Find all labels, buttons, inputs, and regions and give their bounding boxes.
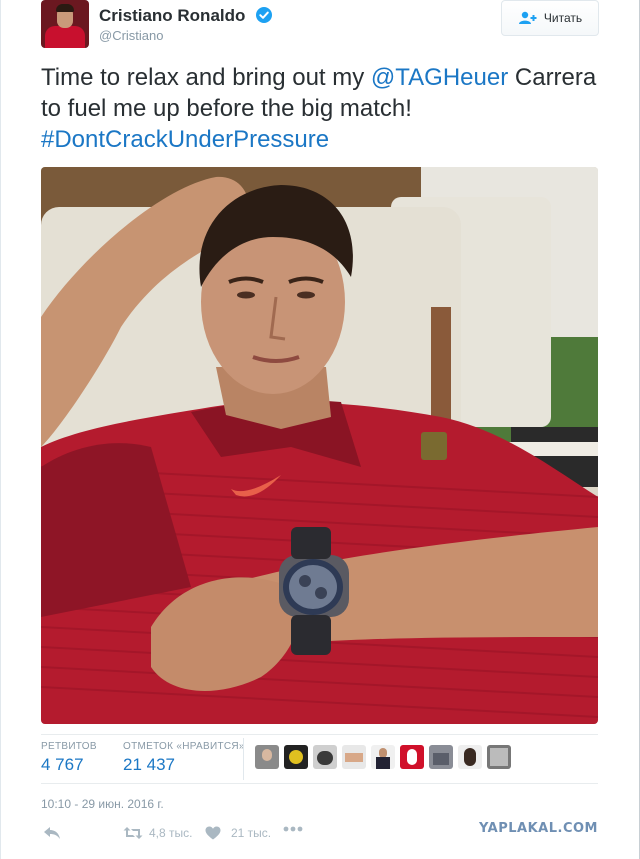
verified-badge-icon [256, 7, 272, 23]
tweet-text-part: Time to relax and bring out my [41, 64, 371, 91]
hashtag-link[interactable]: #DontCrackUnderPressure [41, 126, 329, 153]
divider [41, 783, 598, 784]
liked-by-avatars [255, 745, 511, 769]
likes-label: ОТМЕТОК «НРАВИТСЯ» [123, 741, 245, 752]
retweet-button[interactable]: 4,8 тыс. [123, 826, 192, 840]
reply-button[interactable] [43, 826, 61, 840]
follow-button[interactable]: Читать [501, 0, 599, 36]
add-user-icon [518, 11, 538, 25]
tweet-text: Time to relax and bring out my @TAGHeuer… [41, 62, 611, 155]
divider [41, 734, 598, 735]
likes-count[interactable]: 21 437 [123, 755, 175, 775]
like-count: 21 тыс. [231, 826, 272, 840]
divider [243, 738, 244, 780]
heart-icon [205, 826, 221, 840]
avatar[interactable] [429, 745, 453, 769]
retweets-label: РЕТВИТОВ [41, 741, 97, 752]
avatar[interactable] [371, 745, 395, 769]
watermark: YAPLAKAL.COM [479, 821, 598, 836]
avatar[interactable] [255, 745, 279, 769]
reply-icon [43, 826, 61, 840]
retweet-icon [123, 826, 143, 840]
tweet-timestamp[interactable]: 10:10 - 29 июн. 2016 г. [41, 797, 164, 811]
tweet-photo[interactable] [41, 167, 598, 724]
like-button[interactable]: 21 тыс. [205, 826, 271, 840]
avatar[interactable] [313, 745, 337, 769]
avatar[interactable] [342, 745, 366, 769]
more-icon [283, 826, 303, 832]
avatar[interactable] [487, 745, 511, 769]
retweets-count[interactable]: 4 767 [41, 755, 84, 775]
account-handle[interactable]: @Cristiano [99, 28, 164, 43]
follow-label: Читать [543, 11, 583, 25]
avatar[interactable] [284, 745, 308, 769]
mention-link[interactable]: @TAGHeuer [371, 64, 508, 91]
avatar[interactable] [458, 745, 482, 769]
retweet-count: 4,8 тыс. [149, 826, 193, 840]
more-button[interactable] [283, 826, 303, 832]
avatar[interactable] [400, 745, 424, 769]
account-name[interactable]: Cristiano Ronaldo [99, 6, 245, 26]
avatar[interactable] [41, 0, 89, 48]
tweet-card: Cristiano Ronaldo @Cristiano Читать Time… [0, 0, 640, 859]
